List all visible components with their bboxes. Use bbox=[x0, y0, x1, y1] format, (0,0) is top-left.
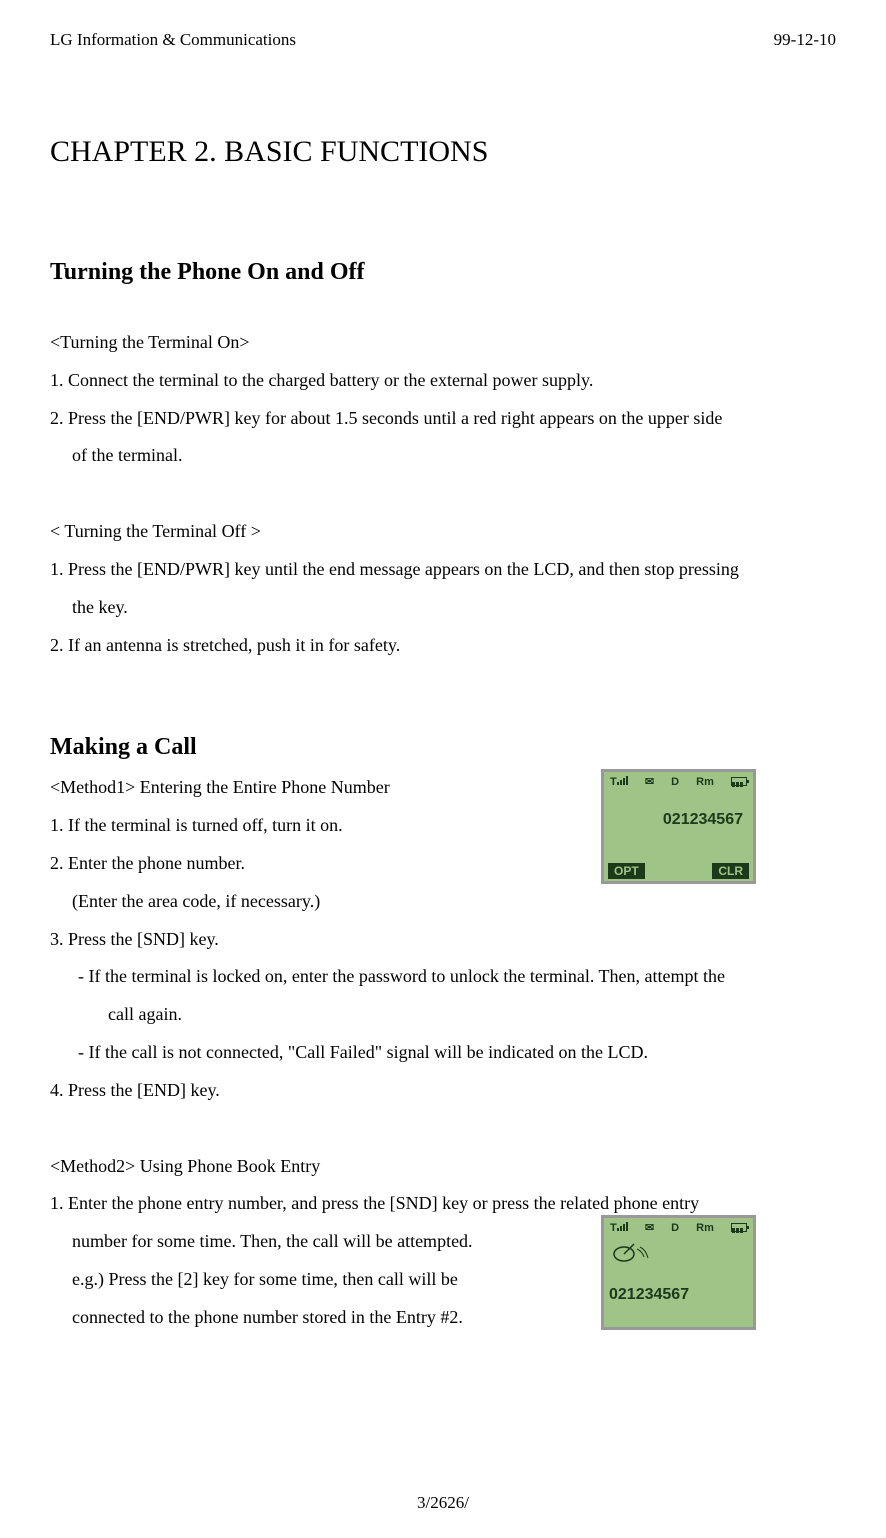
phone2-status-bar: T ✉ D Rm bbox=[604, 1218, 753, 1237]
softkey-clr: CLR bbox=[712, 863, 749, 879]
document-date: 99-12-10 bbox=[774, 30, 836, 50]
message-icon: ✉ bbox=[645, 775, 654, 788]
method2-heading: <Method2> Using Phone Book Entry bbox=[50, 1148, 836, 1186]
m1-sub-1: - If the terminal is locked on, enter th… bbox=[50, 958, 836, 996]
page-footer: 3/2626/ bbox=[0, 1493, 886, 1513]
turn-on-step-2-cont: of the terminal. bbox=[50, 437, 836, 475]
m2-step-1-line4: connected to the phone number stored in … bbox=[50, 1299, 610, 1337]
sub-heading-turning-off: < Turning the Terminal Off > bbox=[50, 513, 836, 551]
d-icon: D bbox=[671, 1222, 679, 1234]
sub-heading-turning-on: <Turning the Terminal On> bbox=[50, 324, 836, 362]
document-header: LG Information & Communications 99-12-10 bbox=[50, 30, 836, 50]
phone1-number: 021234567 bbox=[604, 791, 753, 834]
turn-on-step-2: 2. Press the [END/PWR] key for about 1.5… bbox=[50, 400, 836, 438]
m1-step-2: 2. Enter the phone number. bbox=[50, 845, 630, 883]
phone2-number: 021234567 bbox=[604, 1278, 753, 1309]
phone-screenshot-1: T ✉ D Rm 021234567 OPT CLR bbox=[601, 769, 756, 884]
battery-icon bbox=[731, 777, 747, 786]
satellite-icon bbox=[604, 1237, 753, 1278]
m1-step-3: 3. Press the [SND] key. bbox=[50, 921, 836, 959]
m1-step-2-note: (Enter the area code, if necessary.) bbox=[50, 883, 630, 921]
softkey-opt: OPT bbox=[608, 863, 645, 879]
phone1-softkeys: OPT CLR bbox=[606, 863, 751, 879]
section-turning-on-off: Turning the Phone On and Off bbox=[50, 259, 836, 286]
phone-screenshot-2: T ✉ D Rm 021234567 bbox=[601, 1215, 756, 1330]
turn-on-step-1: 1. Connect the terminal to the charged b… bbox=[50, 362, 836, 400]
m1-sub-1-cont: call again. bbox=[50, 996, 836, 1034]
turn-off-step-1: 1. Press the [END/PWR] key until the end… bbox=[50, 551, 836, 589]
rm-icon: Rm bbox=[696, 1222, 714, 1234]
battery-icon bbox=[731, 1223, 747, 1232]
m2-step-1-line3: e.g.) Press the [2] key for some time, t… bbox=[50, 1261, 610, 1299]
message-icon: ✉ bbox=[645, 1221, 654, 1234]
company-name: LG Information & Communications bbox=[50, 30, 296, 50]
m1-step-4: 4. Press the [END] key. bbox=[50, 1072, 836, 1110]
d-icon: D bbox=[671, 776, 679, 788]
turn-off-step-2: 2. If an antenna is stretched, push it i… bbox=[50, 627, 836, 665]
signal-icon: T bbox=[610, 776, 628, 788]
method1-heading: <Method1> Entering the Entire Phone Numb… bbox=[50, 769, 630, 807]
chapter-title: CHAPTER 2. BASIC FUNCTIONS bbox=[50, 135, 836, 169]
turn-off-step-1-cont: the key. bbox=[50, 589, 836, 627]
phone1-status-bar: T ✉ D Rm bbox=[604, 772, 753, 791]
m1-sub-2: - If the call is not connected, "Call Fa… bbox=[50, 1034, 836, 1072]
section-making-call: Making a Call bbox=[50, 734, 836, 761]
rm-icon: Rm bbox=[696, 776, 714, 788]
method1-container: T ✉ D Rm 021234567 OPT CLR <Method1> Ent… bbox=[50, 769, 836, 1109]
method2-container: T ✉ D Rm 021234567 1. Enter the phone en… bbox=[50, 1185, 836, 1336]
m2-step-1-line2: number for some time. Then, the call wil… bbox=[50, 1223, 610, 1261]
signal-icon: T bbox=[610, 1222, 628, 1234]
m1-step-1: 1. If the terminal is turned off, turn i… bbox=[50, 807, 630, 845]
